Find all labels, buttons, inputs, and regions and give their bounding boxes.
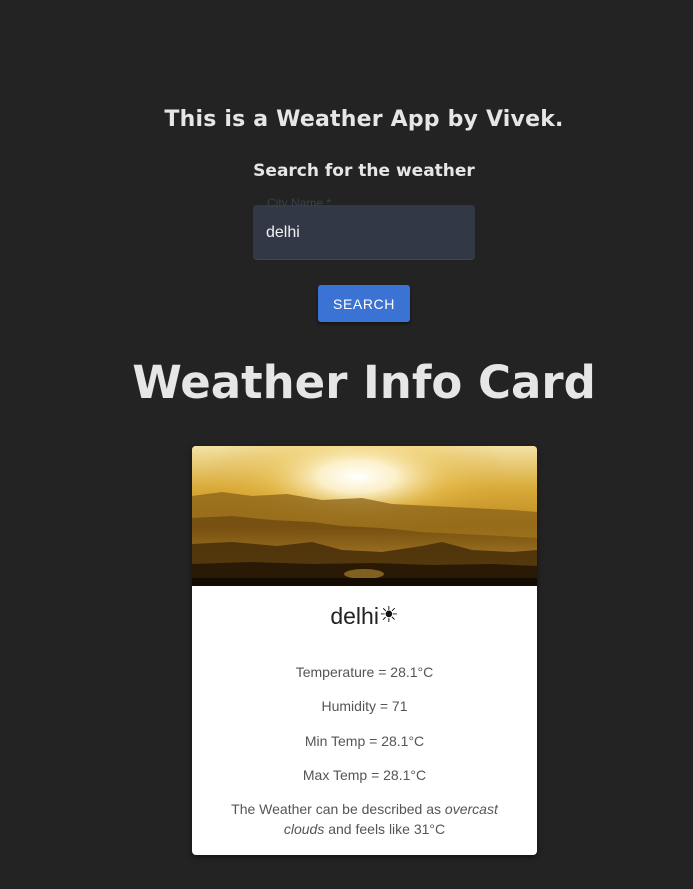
- weather-temperature: Temperature = 28.1°C: [295, 664, 434, 680]
- weather-description: The Weather can be described as overcast…: [222, 799, 507, 839]
- weather-city-row: delhi☀: [192, 602, 537, 630]
- weather-humidity: Humidity = 71: [321, 698, 408, 714]
- app-title: This is a Weather App by Vivek.: [164, 107, 564, 132]
- description-prefix: The Weather can be described as: [231, 801, 445, 817]
- city-name-field[interactable]: City Name *: [253, 196, 475, 260]
- card-section-title: Weather Info Card: [132, 356, 596, 409]
- weather-min-temp: Min Temp = 28.1°C: [304, 733, 425, 749]
- weather-city-name: delhi: [330, 603, 379, 629]
- feels-like-value: 31°C: [413, 821, 446, 837]
- weather-card-image: [192, 446, 537, 586]
- weather-info-card: delhi☀ Temperature = 28.1°C Humidity = 7…: [192, 446, 537, 855]
- city-name-label: City Name *: [267, 196, 332, 210]
- weather-max-temp: Max Temp = 28.1°C: [302, 767, 427, 783]
- search-heading: Search for the weather: [253, 161, 475, 181]
- sun-icon: ☀: [378, 603, 399, 628]
- description-middle: and feels like: [324, 821, 414, 837]
- city-search-input[interactable]: [266, 221, 461, 245]
- search-button[interactable]: SEARCH: [318, 285, 410, 322]
